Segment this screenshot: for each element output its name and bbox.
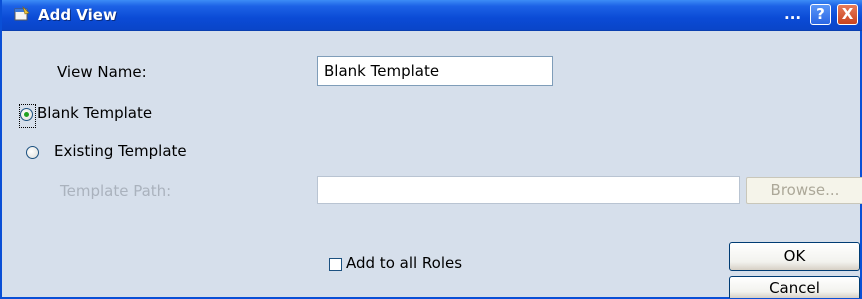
template-path-input[interactable] [317,176,740,204]
cancel-button[interactable]: Cancel [729,276,860,298]
add-all-roles-label[interactable]: Add to all Roles [346,254,462,272]
title-extra: ... [784,5,802,23]
add-all-roles-checkbox[interactable] [329,258,342,271]
window-icon [14,6,30,21]
title-bar[interactable]: Add View ... ? X [2,0,862,31]
help-button[interactable]: ? [810,4,831,25]
radio-existing-template[interactable] [26,146,39,159]
browse-button[interactable]: Browse... [746,177,862,204]
view-name-label: View Name: [57,63,147,81]
help-icon: ? [816,5,825,23]
view-name-input[interactable]: Blank Template [317,56,553,86]
add-view-dialog: Add View ... ? X View Name: Blank Templa… [0,0,862,299]
radio-selected-dot [24,112,29,117]
template-path-label: Template Path: [60,182,172,200]
radio-blank-template-label[interactable]: Blank Template [37,104,152,122]
ok-button[interactable]: OK [729,242,860,271]
window-title: Add View [38,6,117,24]
close-button[interactable]: X [837,4,858,25]
radio-existing-template-label[interactable]: Existing Template [54,142,187,160]
radio-blank-template[interactable] [20,108,33,121]
close-icon: X [841,5,854,23]
